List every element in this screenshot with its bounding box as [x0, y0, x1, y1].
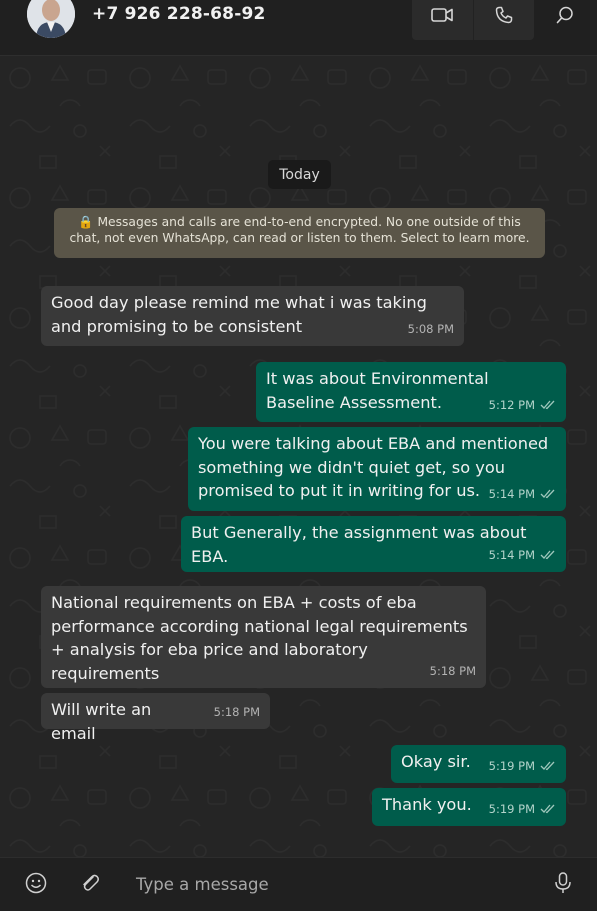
message-text: Okay sir.: [401, 752, 471, 771]
chat-header: +7 926 228-68-92: [0, 0, 597, 56]
incoming-message[interactable]: Good day please remind me what i was tak…: [41, 286, 464, 346]
contact-name[interactable]: +7 926 228-68-92: [92, 4, 266, 24]
message-time: 5:18 PM: [429, 663, 476, 678]
outgoing-message[interactable]: Thank you. 5:19 PM: [372, 788, 566, 826]
voice-message-button[interactable]: [551, 872, 575, 898]
attach-button[interactable]: [78, 873, 102, 897]
outgoing-message[interactable]: Okay sir. 5:19 PM: [391, 745, 566, 783]
outgoing-message[interactable]: But Generally, the assignment was about …: [181, 516, 566, 572]
message-time: 5:19 PM: [489, 755, 556, 779]
double-check-icon: [540, 400, 555, 410]
message-text: It was about Environmental Baseline Asse…: [266, 369, 489, 412]
double-check-icon: [540, 804, 555, 814]
message-text: Good day please remind me what i was tak…: [51, 293, 427, 336]
search-icon: [556, 6, 574, 28]
double-check-icon: [540, 550, 555, 560]
double-check-icon: [540, 761, 555, 771]
microphone-icon: [554, 872, 572, 898]
emoji-button[interactable]: [24, 872, 48, 898]
message-time: 5:14 PM: [489, 544, 556, 568]
emoji-icon: [25, 872, 47, 898]
incoming-message[interactable]: Will write an email 5:18 PM: [41, 693, 270, 743]
message-time: 5:19 PM: [489, 798, 556, 822]
avatar[interactable]: [27, 0, 75, 38]
message-time: 5:14 PM: [489, 483, 556, 507]
message-input[interactable]: Type a message: [136, 875, 269, 894]
date-separator: Today: [268, 160, 331, 189]
attach-icon: [79, 872, 101, 898]
encryption-notice[interactable]: 🔒 Messages and calls are end-to-end encr…: [54, 208, 545, 258]
message-time: 5:08 PM: [407, 321, 454, 336]
message-time: 5:18 PM: [213, 704, 260, 719]
voice-call-button[interactable]: [472, 0, 535, 40]
video-call-button[interactable]: [412, 0, 473, 40]
outgoing-message[interactable]: It was about Environmental Baseline Asse…: [256, 362, 566, 422]
voice-call-icon: [495, 6, 513, 28]
message-text: Thank you.: [382, 795, 472, 814]
video-call-icon: [431, 7, 454, 27]
search-button[interactable]: [548, 0, 582, 34]
double-check-icon: [540, 489, 555, 499]
message-time: 5:12 PM: [489, 394, 556, 418]
message-text: But Generally, the assignment was about …: [191, 523, 527, 566]
outgoing-message[interactable]: You were talking about EBA and mentioned…: [188, 427, 566, 511]
call-buttons: [412, 0, 534, 40]
chat-area[interactable]: Today 🔒 Messages and calls are end-to-en…: [0, 56, 597, 857]
message-composer: Type a message: [0, 857, 597, 911]
incoming-message[interactable]: National requirements on EBA + costs of …: [41, 586, 486, 688]
message-text: National requirements on EBA + costs of …: [51, 593, 468, 683]
